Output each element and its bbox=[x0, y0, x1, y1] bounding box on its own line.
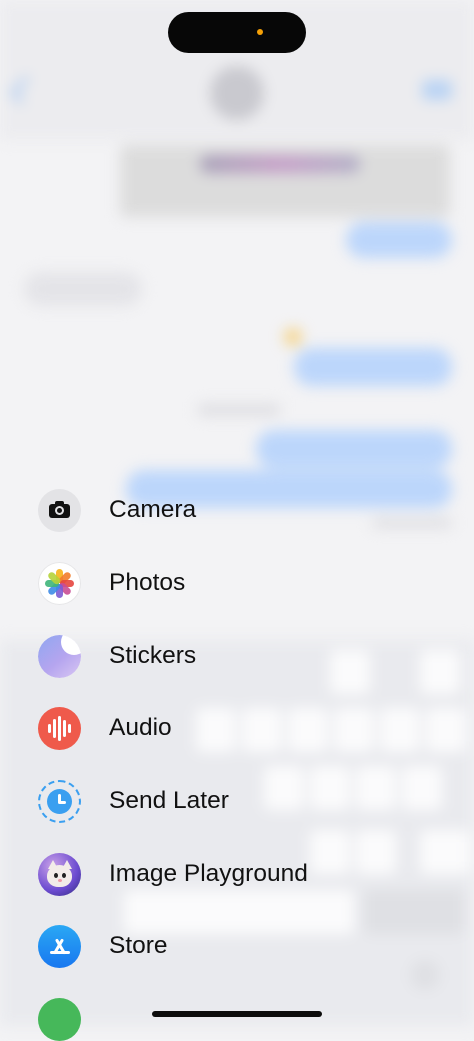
video-call-icon bbox=[422, 80, 452, 100]
message-bubble bbox=[256, 430, 452, 468]
app-store-icon bbox=[38, 924, 81, 968]
keyboard-key bbox=[334, 708, 374, 752]
menu-item-label: Store bbox=[109, 932, 168, 959]
message-bubble bbox=[294, 348, 452, 386]
contact-avatar bbox=[210, 66, 264, 120]
message-bubble bbox=[346, 222, 452, 258]
menu-item-label: Camera bbox=[109, 496, 197, 523]
keyboard-key bbox=[410, 960, 440, 990]
stickers-icon bbox=[38, 634, 81, 678]
keyboard-key bbox=[196, 708, 236, 752]
clock-icon bbox=[38, 779, 81, 823]
menu-item-label: Audio bbox=[109, 714, 172, 741]
timestamp bbox=[198, 404, 280, 416]
image-playground-icon bbox=[38, 852, 81, 896]
keyboard-key bbox=[420, 830, 470, 874]
menu-item-label: Image Playground bbox=[109, 860, 308, 887]
menu-item-audio[interactable]: Audio bbox=[38, 706, 172, 750]
keyboard-key bbox=[310, 766, 350, 810]
menu-item-label: Stickers bbox=[109, 642, 197, 669]
back-chevron-icon bbox=[9, 75, 39, 105]
keyboard-key bbox=[420, 650, 460, 694]
link-preview-image bbox=[200, 155, 360, 173]
keyboard-key bbox=[364, 890, 464, 934]
menu-item-image-playground[interactable]: Image Playground bbox=[38, 852, 308, 896]
keyboard-key bbox=[310, 830, 350, 874]
menu-item-label: Send Later bbox=[109, 787, 229, 814]
privacy-indicator-dot bbox=[257, 29, 263, 35]
photos-icon bbox=[38, 561, 81, 605]
home-indicator[interactable] bbox=[152, 1011, 322, 1017]
keyboard-key bbox=[356, 766, 396, 810]
keyboard bbox=[0, 640, 474, 1026]
dynamic-island bbox=[168, 12, 306, 53]
keyboard-key bbox=[242, 708, 282, 752]
link-preview-card bbox=[120, 145, 450, 217]
menu-item-camera[interactable]: Camera bbox=[38, 488, 196, 532]
reaction-icon bbox=[284, 328, 302, 346]
keyboard-key bbox=[426, 708, 466, 752]
keyboard-key bbox=[380, 708, 420, 752]
menu-item-photos[interactable]: Photos bbox=[38, 561, 185, 605]
delivered-label bbox=[372, 518, 452, 528]
menu-item-stickers[interactable]: Stickers bbox=[38, 634, 196, 678]
menu-item-store[interactable]: Store bbox=[38, 924, 168, 968]
keyboard-key bbox=[288, 708, 328, 752]
camera-icon bbox=[38, 488, 81, 532]
keyboard-key bbox=[330, 650, 370, 694]
audio-waveform-icon bbox=[38, 706, 81, 750]
keyboard-key bbox=[402, 766, 442, 810]
keyboard-key bbox=[356, 830, 396, 874]
location-icon[interactable] bbox=[38, 998, 81, 1041]
menu-item-label: Photos bbox=[109, 569, 186, 596]
message-bubble bbox=[24, 272, 142, 306]
keyboard-key bbox=[264, 766, 304, 810]
menu-item-send-later[interactable]: Send Later bbox=[38, 779, 229, 823]
